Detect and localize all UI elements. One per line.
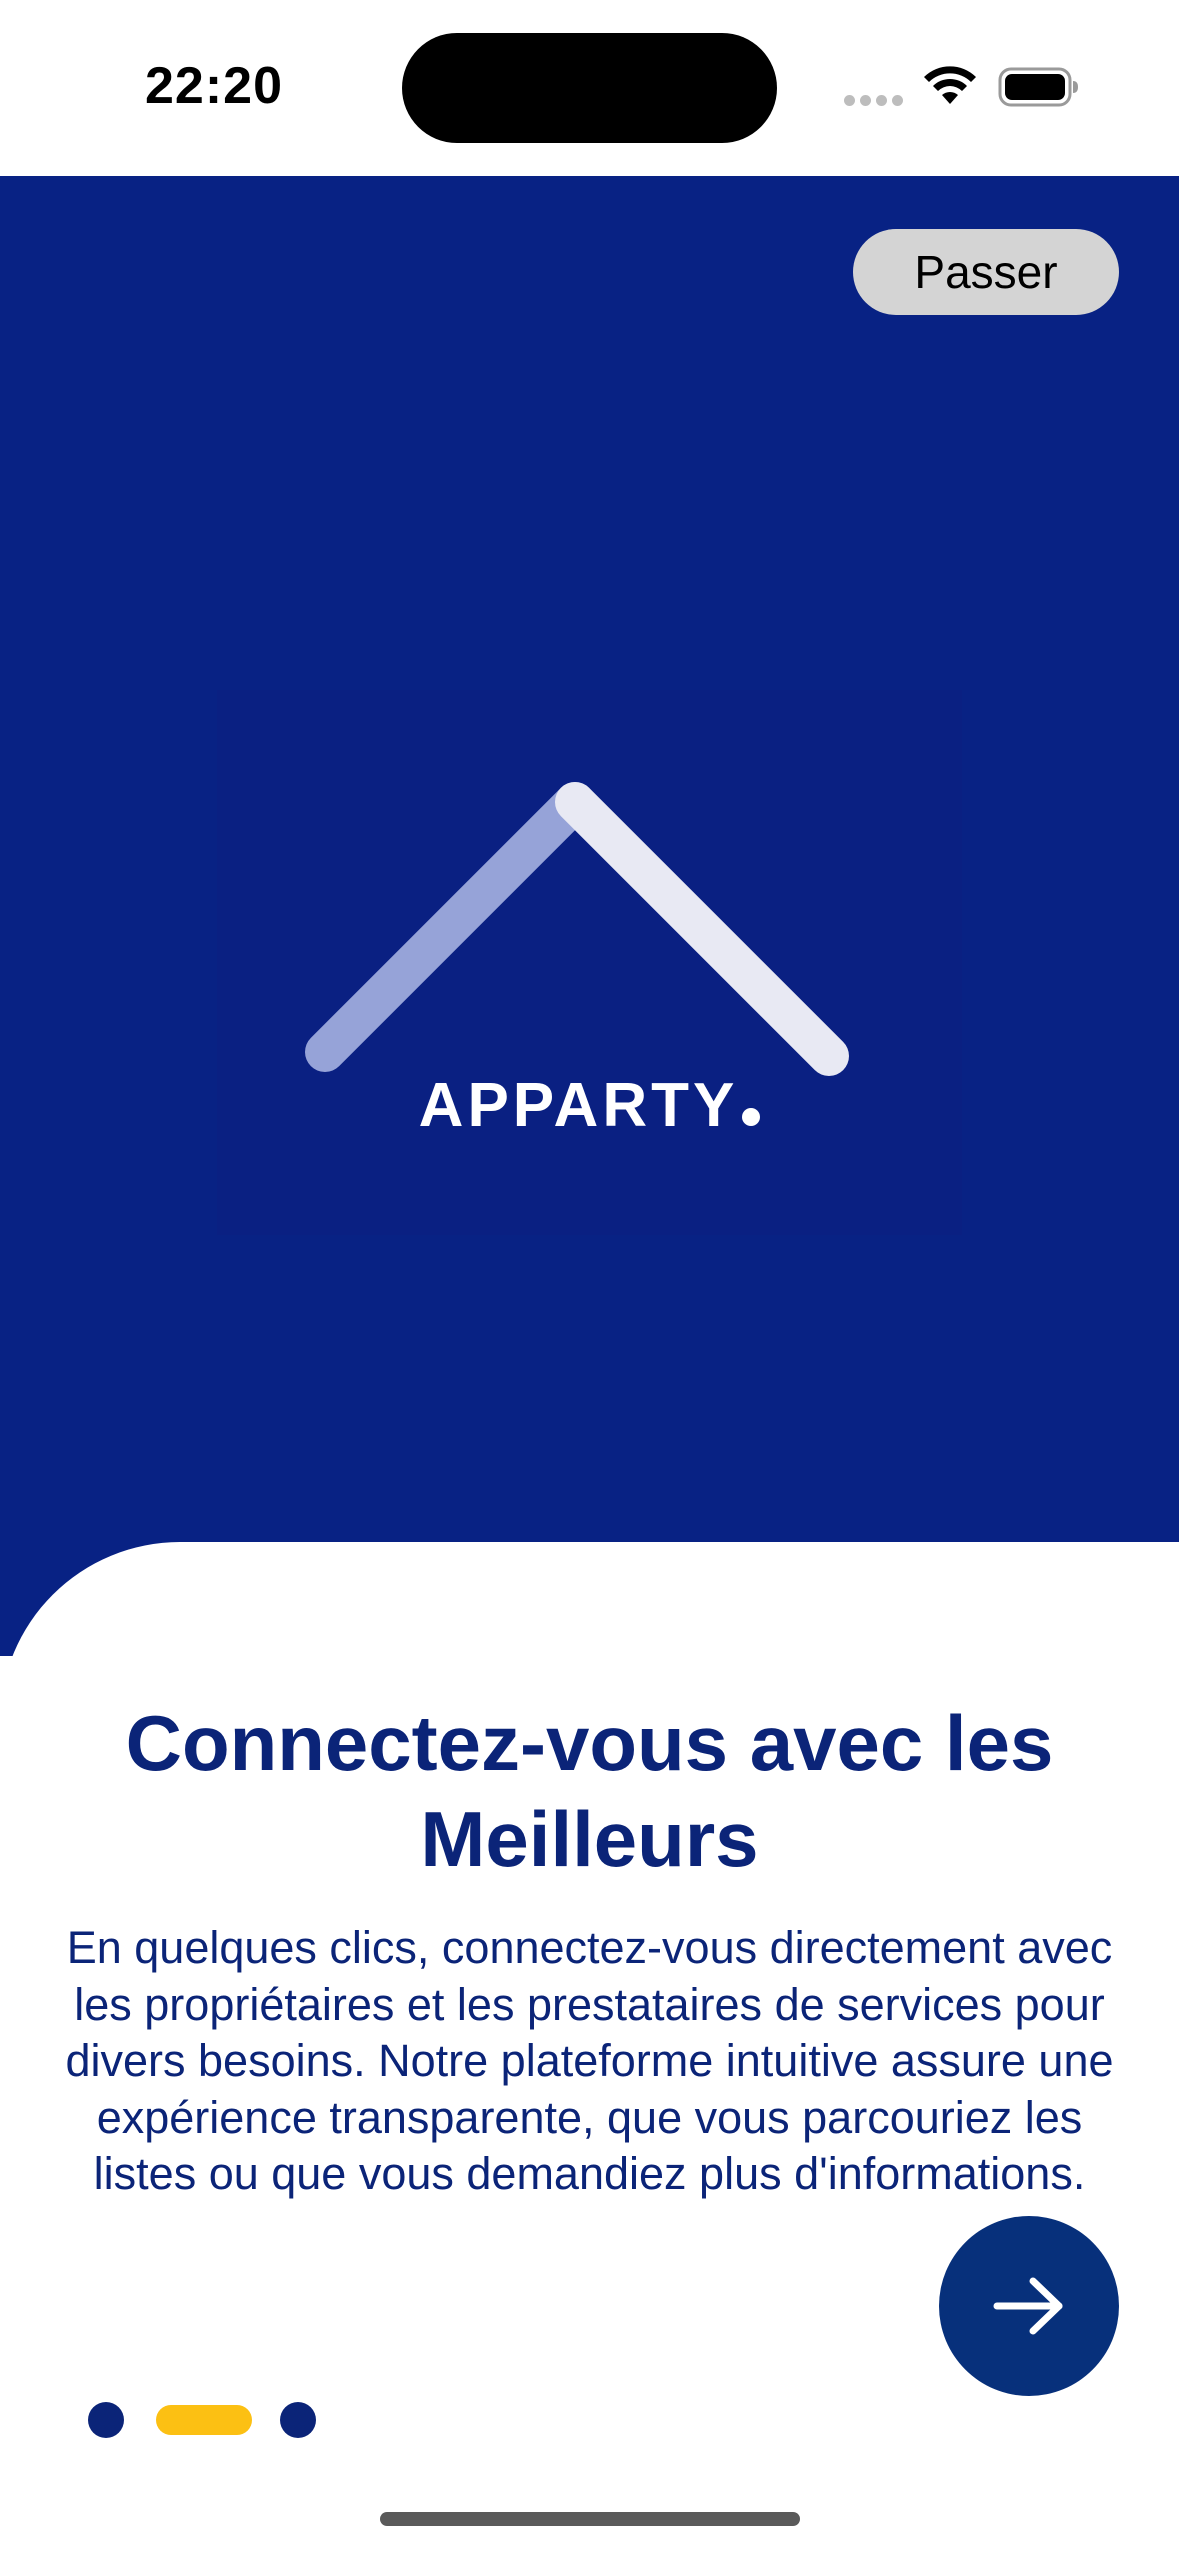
page-dot-2-active[interactable] — [156, 2405, 252, 2435]
battery-icon — [998, 67, 1078, 107]
page-indicator — [88, 2400, 328, 2440]
page-dot-1[interactable] — [88, 2402, 124, 2438]
page-dot-3[interactable] — [280, 2402, 316, 2438]
next-button[interactable] — [939, 2216, 1119, 2396]
cellular-signal-icon — [844, 95, 904, 107]
onboarding-title: Connectez-vous avec les Meilleurs — [125, 1699, 1054, 1883]
onboarding-screen: 22:20 Passer APPARTY Connectez-vous avec… — [0, 0, 1179, 2556]
skip-button[interactable]: Passer — [853, 229, 1119, 315]
home-indicator[interactable] — [380, 2512, 800, 2526]
status-bar: 22:20 — [0, 0, 1179, 176]
logo-wordmark: APPARTY — [217, 1070, 962, 1141]
status-time: 22:20 — [145, 57, 283, 115]
onboarding-description: En quelques clics, connectez-vous direct… — [65, 1922, 1114, 2199]
wifi-icon — [924, 66, 976, 104]
apparty-logo: APPARTY — [217, 690, 962, 1235]
house-roof-icon — [305, 782, 849, 1076]
dynamic-island — [402, 33, 777, 143]
arrow-right-icon — [993, 2277, 1063, 2335]
